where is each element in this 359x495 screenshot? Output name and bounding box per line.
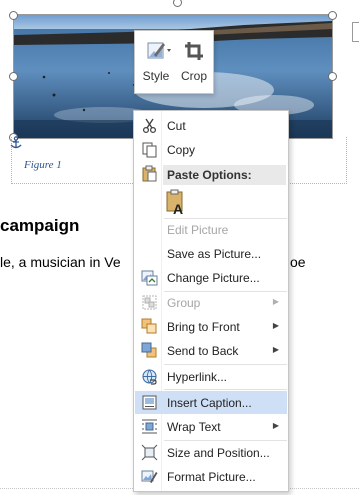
menu-label-wrap-text: Wrap Text [167, 420, 221, 434]
menu-label-size-and-position: Size and Position... [167, 446, 270, 460]
style-label: Style [142, 69, 170, 83]
copy-icon [142, 142, 157, 158]
anchor-icon[interactable] [9, 136, 23, 150]
menu-item-bring-to-front[interactable]: Bring to Front ▶ [135, 315, 287, 338]
menu-item-insert-caption[interactable]: Insert Caption... [135, 391, 287, 414]
picture-style-icon [147, 42, 171, 59]
menu-item-size-and-position[interactable]: Size and Position... [135, 441, 287, 464]
crop-button[interactable]: Crop [175, 31, 213, 93]
style-button[interactable]: Style [137, 31, 175, 93]
menu-label-cut: Cut [167, 119, 186, 133]
context-menu: Cut Copy Paste Options: A Edit Picture S… [133, 110, 289, 492]
menu-item-change-picture[interactable]: Change Picture... [135, 266, 287, 289]
menu-label-change-picture: Change Picture... [167, 271, 260, 285]
menu-item-format-picture[interactable]: Format Picture... [135, 465, 287, 488]
svg-text:A: A [173, 201, 183, 216]
paste-keep-text-icon[interactable]: A [164, 188, 188, 216]
menu-label-edit-picture: Edit Picture [167, 223, 229, 237]
menu-label-copy: Copy [167, 143, 196, 157]
menu-label-save-as-picture: Save as Picture... [167, 247, 262, 261]
menu-separator [164, 389, 287, 390]
menu-label-hyperlink: Hyperlink... [167, 370, 228, 384]
mini-toolbar: Style Crop [134, 30, 214, 94]
submenu-arrow-icon: ▶ [272, 345, 279, 354]
menu-item-save-as-picture[interactable]: Save as Picture... [135, 242, 287, 265]
menu-label-bring-to-front: Bring to Front [167, 320, 240, 334]
menu-item-copy[interactable]: Copy [135, 138, 287, 161]
clipboard-icon [142, 165, 157, 182]
menu-item-send-to-back[interactable]: Send to Back ▶ [135, 339, 287, 362]
hyperlink-icon [142, 369, 157, 385]
resize-handle-middle-left[interactable] [9, 72, 18, 81]
menu-item-wrap-text[interactable]: Wrap Text ▶ [135, 415, 287, 438]
resize-handle-top-left[interactable] [9, 11, 18, 20]
change-picture-icon [141, 270, 158, 286]
size-position-icon [141, 444, 158, 461]
menu-item-cut[interactable]: Cut [135, 114, 287, 137]
format-picture-icon [141, 470, 158, 483]
body-paragraph-tail: oe [290, 254, 306, 270]
menu-item-edit-picture[interactable]: Edit Picture [135, 218, 287, 241]
section-heading: campaign [0, 216, 80, 235]
menu-label-format-picture: Format Picture... [167, 470, 256, 484]
menu-item-group[interactable]: Group ▶ [135, 291, 287, 314]
submenu-arrow-icon: ▶ [272, 297, 279, 306]
menu-label-group: Group [167, 296, 201, 310]
crop-icon [185, 42, 203, 60]
submenu-arrow-icon: ▶ [272, 321, 279, 330]
insert-caption-icon [142, 395, 157, 410]
paste-options-label: Paste Options: [167, 168, 252, 182]
bring-to-front-icon [141, 318, 157, 334]
resize-handle-middle-right[interactable] [328, 72, 337, 81]
paste-options-header: Paste Options: [163, 165, 286, 185]
menu-item-hyperlink[interactable]: Hyperlink... [135, 365, 287, 388]
resize-handle-top-right[interactable] [328, 11, 337, 20]
send-to-back-icon [141, 342, 157, 358]
menu-label-insert-caption: Insert Caption... [167, 396, 252, 410]
group-icon [142, 295, 157, 310]
layout-options-tab[interactable] [352, 22, 359, 42]
crop-label: Crop [180, 69, 207, 83]
figure-caption[interactable]: Figure 1 [24, 159, 62, 171]
wrap-text-icon [142, 419, 157, 434]
rotate-handle[interactable] [173, 0, 182, 7]
scissors-icon [142, 118, 157, 134]
menu-label-send-to-back: Send to Back [167, 344, 239, 358]
submenu-arrow-icon: ▶ [272, 421, 279, 430]
